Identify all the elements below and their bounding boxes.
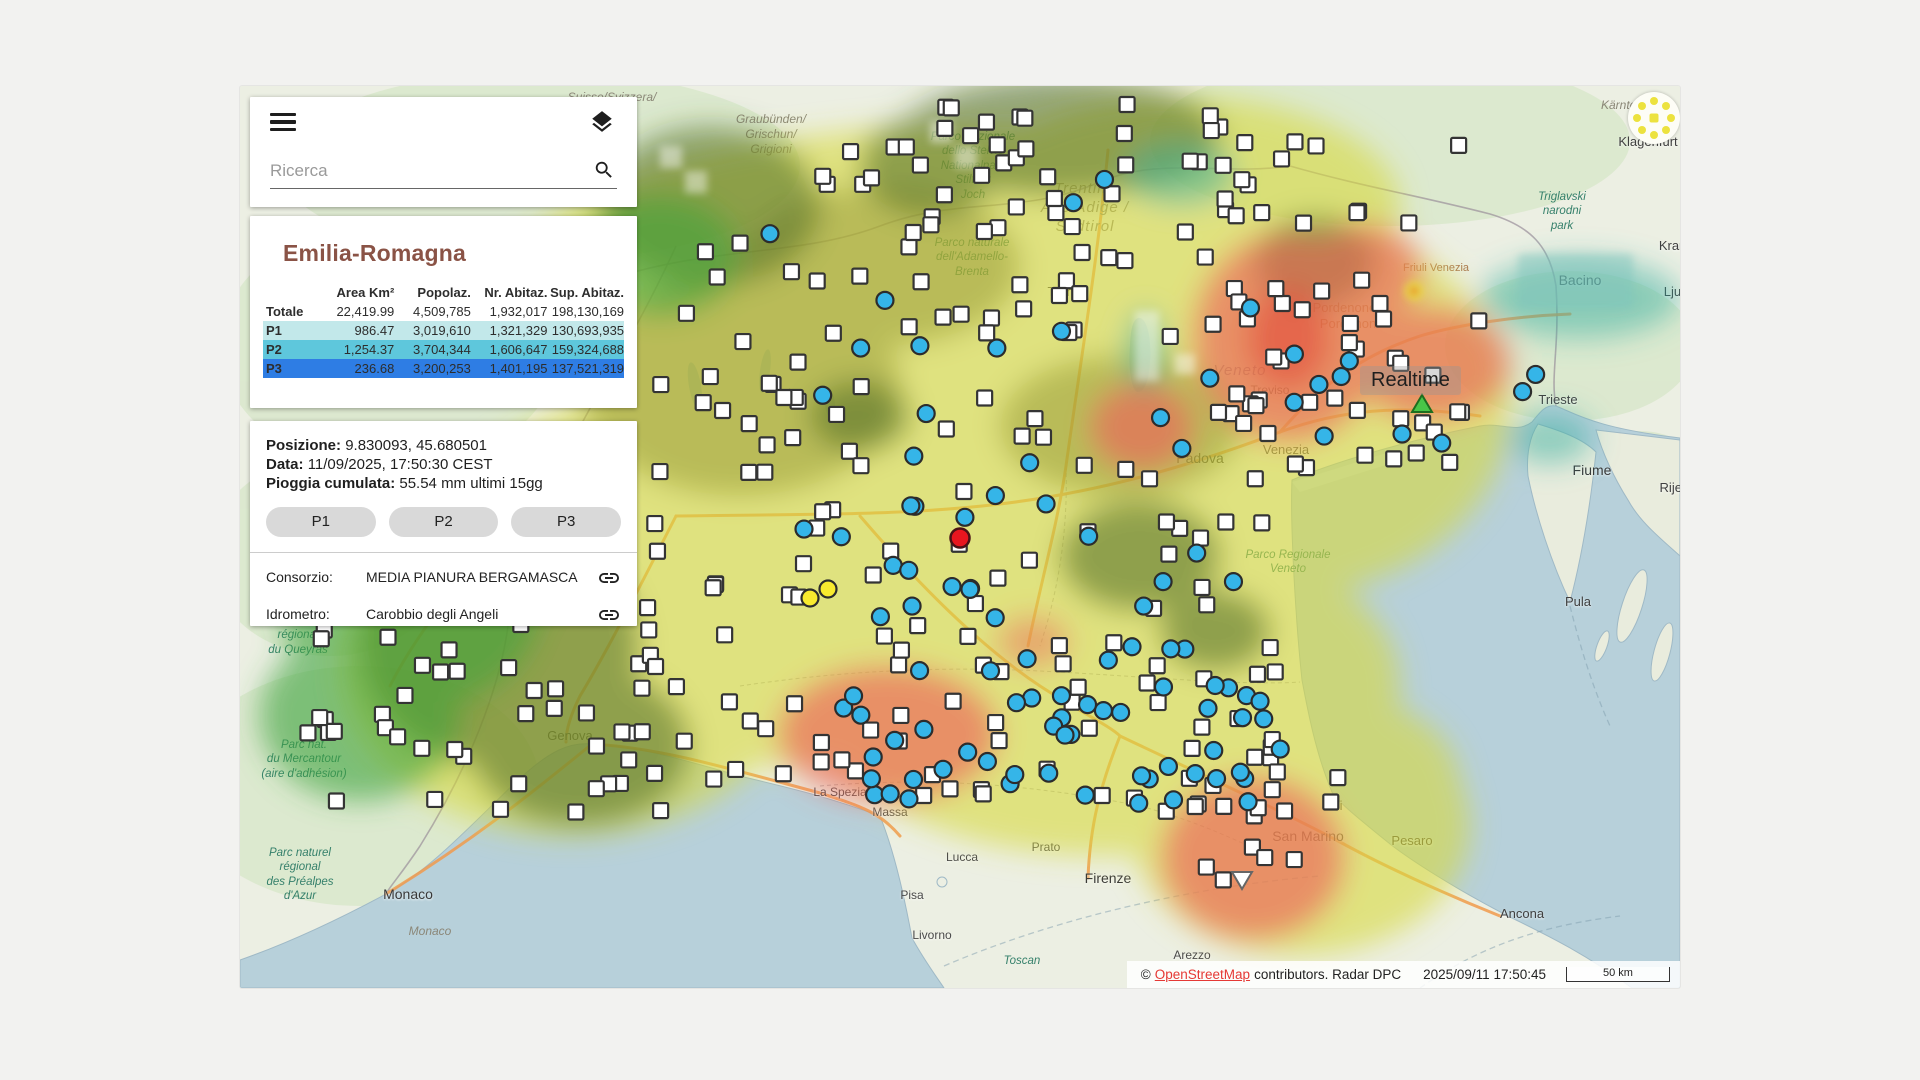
- radar-timestamp: 2025/09/11 17:50:45: [1423, 967, 1546, 982]
- table-row: Totale22,419.994,509,7851,932,017198,130…: [263, 302, 624, 321]
- search-icon[interactable]: [593, 159, 615, 181]
- osm-link[interactable]: OpenStreetMap: [1155, 967, 1250, 982]
- consorzio-link-icon[interactable]: [597, 566, 621, 590]
- spinner-dots-icon: [1628, 92, 1680, 144]
- idrometro-link-icon[interactable]: [597, 603, 621, 627]
- layers-icon[interactable]: [589, 109, 615, 135]
- table-row[interactable]: P3236.683,200,2531,401,195137,521,319: [263, 359, 624, 378]
- copyright-symbol: ©: [1141, 967, 1151, 982]
- radar-loading-spinner: [1628, 92, 1680, 144]
- period-button-p1[interactable]: P1: [266, 507, 376, 537]
- period-button-p2[interactable]: P2: [389, 507, 499, 537]
- date-line: Data: 11/09/2025, 17:50:30 CEST: [266, 455, 621, 474]
- period-buttons: P1 P2 P3: [266, 507, 621, 537]
- region-stats-table: Area Km²Popolaz.Nr. Abitaz.Sup. Abitaz.T…: [263, 283, 624, 378]
- search-input[interactable]: [270, 155, 617, 189]
- table-row[interactable]: P21,254.373,704,3441,606,647159,324,688: [263, 340, 624, 359]
- map-attribution: © OpenStreetMap contributors. Radar DPC …: [1127, 961, 1680, 988]
- sidebar-header-panel: [250, 97, 637, 207]
- consorzio-label: Consorzio:: [266, 569, 366, 587]
- divider: [250, 552, 637, 553]
- menu-icon[interactable]: [270, 113, 296, 133]
- consorzio-value: MEDIA PIANURA BERGAMASCA: [366, 569, 597, 587]
- realtime-chip: Realtime: [1360, 366, 1461, 395]
- table-header-row: Area Km²Popolaz.Nr. Abitaz.Sup. Abitaz.: [263, 283, 624, 302]
- period-button-p3[interactable]: P3: [511, 507, 621, 537]
- region-title: Emilia-Romagna: [283, 240, 637, 267]
- idrometro-row: Idrometro: Carobbio degli Angeli: [266, 603, 621, 627]
- table-row[interactable]: P1986.473,019,6101,321,329130,693,935: [263, 321, 624, 340]
- consorzio-row: Consorzio: MEDIA PIANURA BERGAMASCA: [266, 566, 621, 590]
- region-stats-panel: Emilia-Romagna Area Km²Popolaz.Nr. Abita…: [250, 216, 637, 408]
- idrometro-label: Idrometro:: [266, 606, 366, 624]
- rain-line: Pioggia cumulata: 55.54 mm ultimi 15gg: [266, 474, 621, 493]
- scale-bar: 50 km: [1566, 967, 1670, 982]
- attribution-suffix: contributors. Radar DPC: [1254, 967, 1401, 982]
- idrometro-value: Carobbio degli Angeli: [366, 606, 597, 624]
- station-detail-panel: Posizione: 9.830093, 45.680501 Data: 11/…: [250, 421, 637, 626]
- position-line: Posizione: 9.830093, 45.680501: [266, 436, 621, 455]
